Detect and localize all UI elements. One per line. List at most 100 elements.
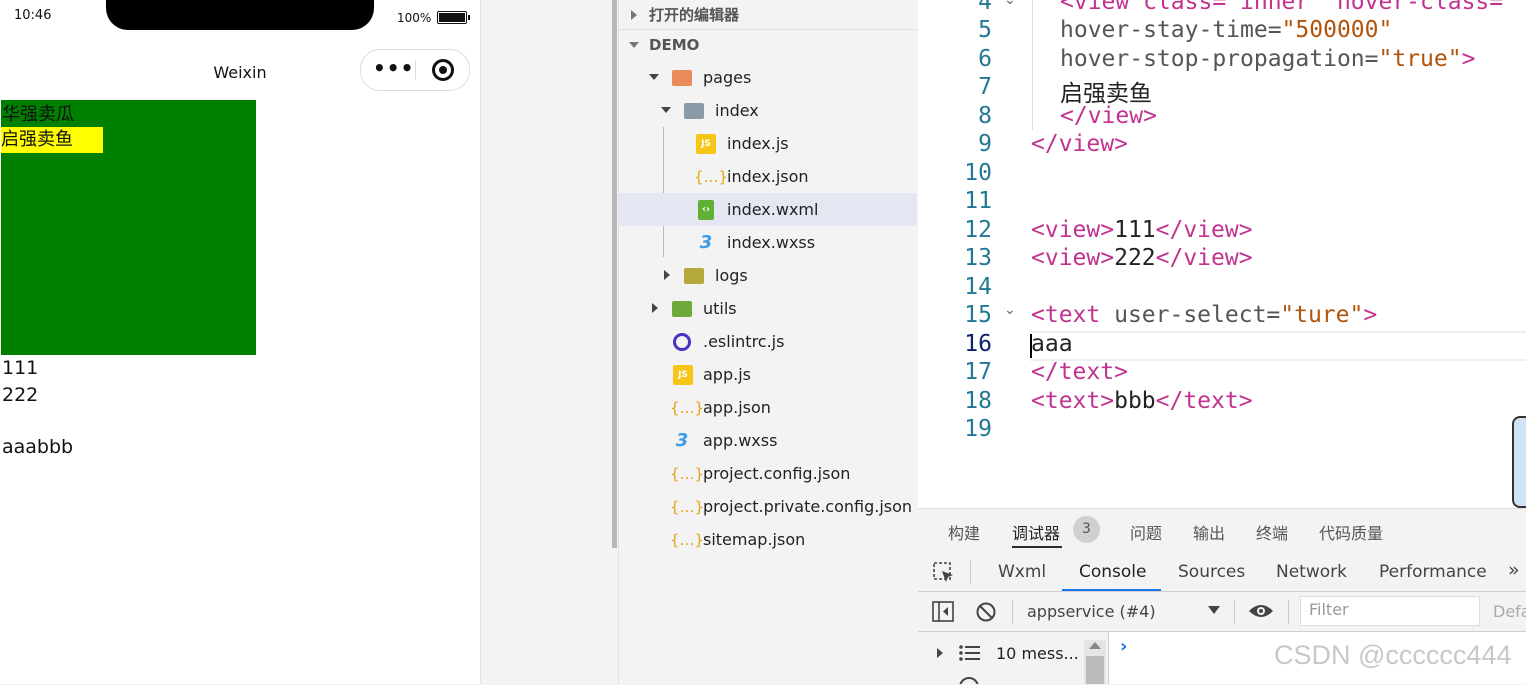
eslint-icon [673, 333, 691, 351]
open-editors-header[interactable]: 打开的编辑器 [619, 0, 919, 30]
js-file-icon: JS [673, 365, 693, 385]
chevron-down-icon [629, 42, 639, 48]
js-file-icon: JS [696, 134, 716, 154]
tree-item-index-json[interactable]: {…} index.json [619, 160, 917, 193]
line-number: 7 [978, 74, 992, 100]
preview-line-222: 222 [2, 384, 39, 406]
current-line-highlight [1030, 331, 1526, 361]
json-file-icon: {…} [670, 465, 705, 483]
list-icon [959, 645, 980, 661]
scroll-up-icon[interactable] [1089, 642, 1101, 649]
file-explorer: 打开的编辑器 DEMO pages index JS index.js {…} … [618, 0, 919, 684]
panel-tab-code-quality[interactable]: 代码质量 [1319, 520, 1383, 544]
tree-item-app-wxss[interactable]: 3 app.wxss [619, 424, 917, 457]
scrollbar-thumb[interactable] [1086, 656, 1104, 684]
panel-tab-build[interactable]: 构建 [948, 520, 980, 544]
sidebar-toggle-icon[interactable] [932, 601, 956, 623]
chevron-right-icon [631, 10, 637, 20]
tree-item-index-wxss[interactable]: 3 index.wxss [619, 226, 917, 259]
line-number: 13 [964, 245, 992, 271]
code-line-12: <view>111</view> [1031, 217, 1253, 243]
phone-notch [106, 0, 374, 30]
fold-chevron-icon[interactable]: ⌄ [1004, 302, 1018, 318]
clear-console-icon[interactable] [975, 601, 997, 623]
close-miniprogram-icon[interactable] [432, 59, 454, 81]
debugger-count-badge: 3 [1073, 516, 1100, 543]
code-line-17: </text> [1031, 359, 1128, 385]
fold-chevron-icon[interactable]: ⌄ [1004, 0, 1018, 8]
line-number: 15 [964, 302, 992, 328]
simulator-panel: 10:46 100% Weixin ••• 华强卖瓜 启强卖鱼 111 222 … [0, 0, 612, 684]
tree-item-index-wxml[interactable]: ‹› index.wxml [619, 193, 917, 226]
panel-tab-debugger[interactable]: 调试器 [1012, 520, 1060, 544]
code-line-8: </view> [1060, 103, 1157, 129]
code-line-6: hover-stop-propagation="true"> [1060, 46, 1476, 72]
tree-item-utils[interactable]: utils [619, 292, 917, 325]
line-number: 6 [978, 46, 992, 72]
inner-view[interactable]: 启强卖鱼 [1, 127, 103, 153]
tree-item-eslintrc[interactable]: .eslintrc.js [619, 325, 917, 358]
chevron-right-icon[interactable] [937, 648, 943, 658]
folder-icon [684, 103, 704, 119]
tree-item-project-config[interactable]: {…} project.config.json [619, 457, 917, 490]
devtools-tab-wxml[interactable]: Wxml [998, 562, 1046, 582]
code-line-9: </view> [1031, 131, 1128, 157]
demo-root-header[interactable]: DEMO [619, 30, 919, 60]
wxml-file-icon: ‹› [698, 200, 714, 220]
chevron-down-icon [649, 74, 659, 80]
panel-tab-problems[interactable]: 问题 [1130, 520, 1162, 544]
devtools-tab-sources[interactable]: Sources [1178, 562, 1245, 582]
tree-item-app-js[interactable]: JS app.js [619, 358, 917, 391]
folder-icon [672, 70, 692, 86]
wxss-file-icon: 3 [675, 430, 689, 451]
eye-icon[interactable] [1248, 602, 1274, 620]
panel-tab-output[interactable]: 输出 [1193, 520, 1225, 544]
devtools-tab-network[interactable]: Network [1276, 562, 1347, 582]
tree-item-sitemap[interactable]: {…} sitemap.json [619, 523, 917, 556]
console-filter-input[interactable]: Filter [1300, 596, 1480, 626]
line-number: 19 [964, 416, 992, 442]
log-levels-dropdown[interactable]: Defa [1493, 602, 1526, 621]
battery-icon [437, 11, 470, 24]
console-prompt[interactable]: › [1120, 636, 1127, 657]
messages-filter-item[interactable]: 10 mess... [996, 644, 1079, 663]
folder-icon [672, 301, 692, 317]
preview-line-111: 111 [2, 357, 39, 379]
capsule-menu[interactable]: ••• [360, 49, 470, 91]
inspect-element-icon[interactable] [932, 561, 956, 585]
code-line-4: <view class="inner" hover-class= [1060, 0, 1504, 15]
tree-item-logs[interactable]: logs [619, 259, 917, 292]
line-number: 12 [964, 217, 992, 243]
json-file-icon: {…} [694, 168, 729, 186]
tree-item-index-js[interactable]: JS index.js [619, 127, 917, 160]
line-number-current: 16 [964, 331, 992, 357]
outer-view-text: 华强卖瓜 [2, 104, 74, 125]
tree-item-project-private-config[interactable]: {…} project.private.config.json [619, 490, 917, 523]
phone-screen: 10:46 100% Weixin ••• 华强卖瓜 启强卖鱼 111 222 … [0, 0, 481, 684]
tree-item-app-json[interactable]: {…} app.json [619, 391, 917, 424]
floating-side-button[interactable] [1512, 416, 1526, 508]
chevron-down-icon[interactable] [1208, 606, 1220, 614]
chevron-right-icon [664, 270, 670, 280]
more-icon[interactable]: ••• [373, 58, 414, 78]
devtools-tab-performance[interactable]: Performance [1379, 562, 1487, 582]
context-selector[interactable]: appservice (#4) [1027, 602, 1156, 621]
watermark: CSDN @cccccc444 [1274, 640, 1512, 670]
devtools-tab-console[interactable]: Console [1079, 562, 1147, 582]
more-tabs-icon[interactable]: » [1508, 559, 1520, 581]
line-number: 11 [964, 188, 992, 214]
line-number: 10 [964, 160, 992, 186]
line-number: 18 [964, 388, 992, 414]
simulator-scrollbar[interactable] [612, 0, 617, 548]
preview-text-aaabbb[interactable]: aaabbb [2, 436, 73, 458]
line-number: 17 [964, 359, 992, 385]
code-line-15: <text user-select="ture"> [1031, 302, 1378, 328]
tree-item-pages[interactable]: pages [619, 61, 917, 94]
tree-item-index-folder[interactable]: index [619, 94, 917, 127]
line-number: 14 [964, 274, 992, 300]
line-number: 5 [978, 17, 992, 43]
code-line-5: hover-stay-time="500000" [1060, 17, 1393, 43]
indent-guide [1032, 0, 1033, 130]
battery-percent: 100% [397, 11, 432, 25]
panel-tab-terminal[interactable]: 终端 [1256, 520, 1288, 544]
